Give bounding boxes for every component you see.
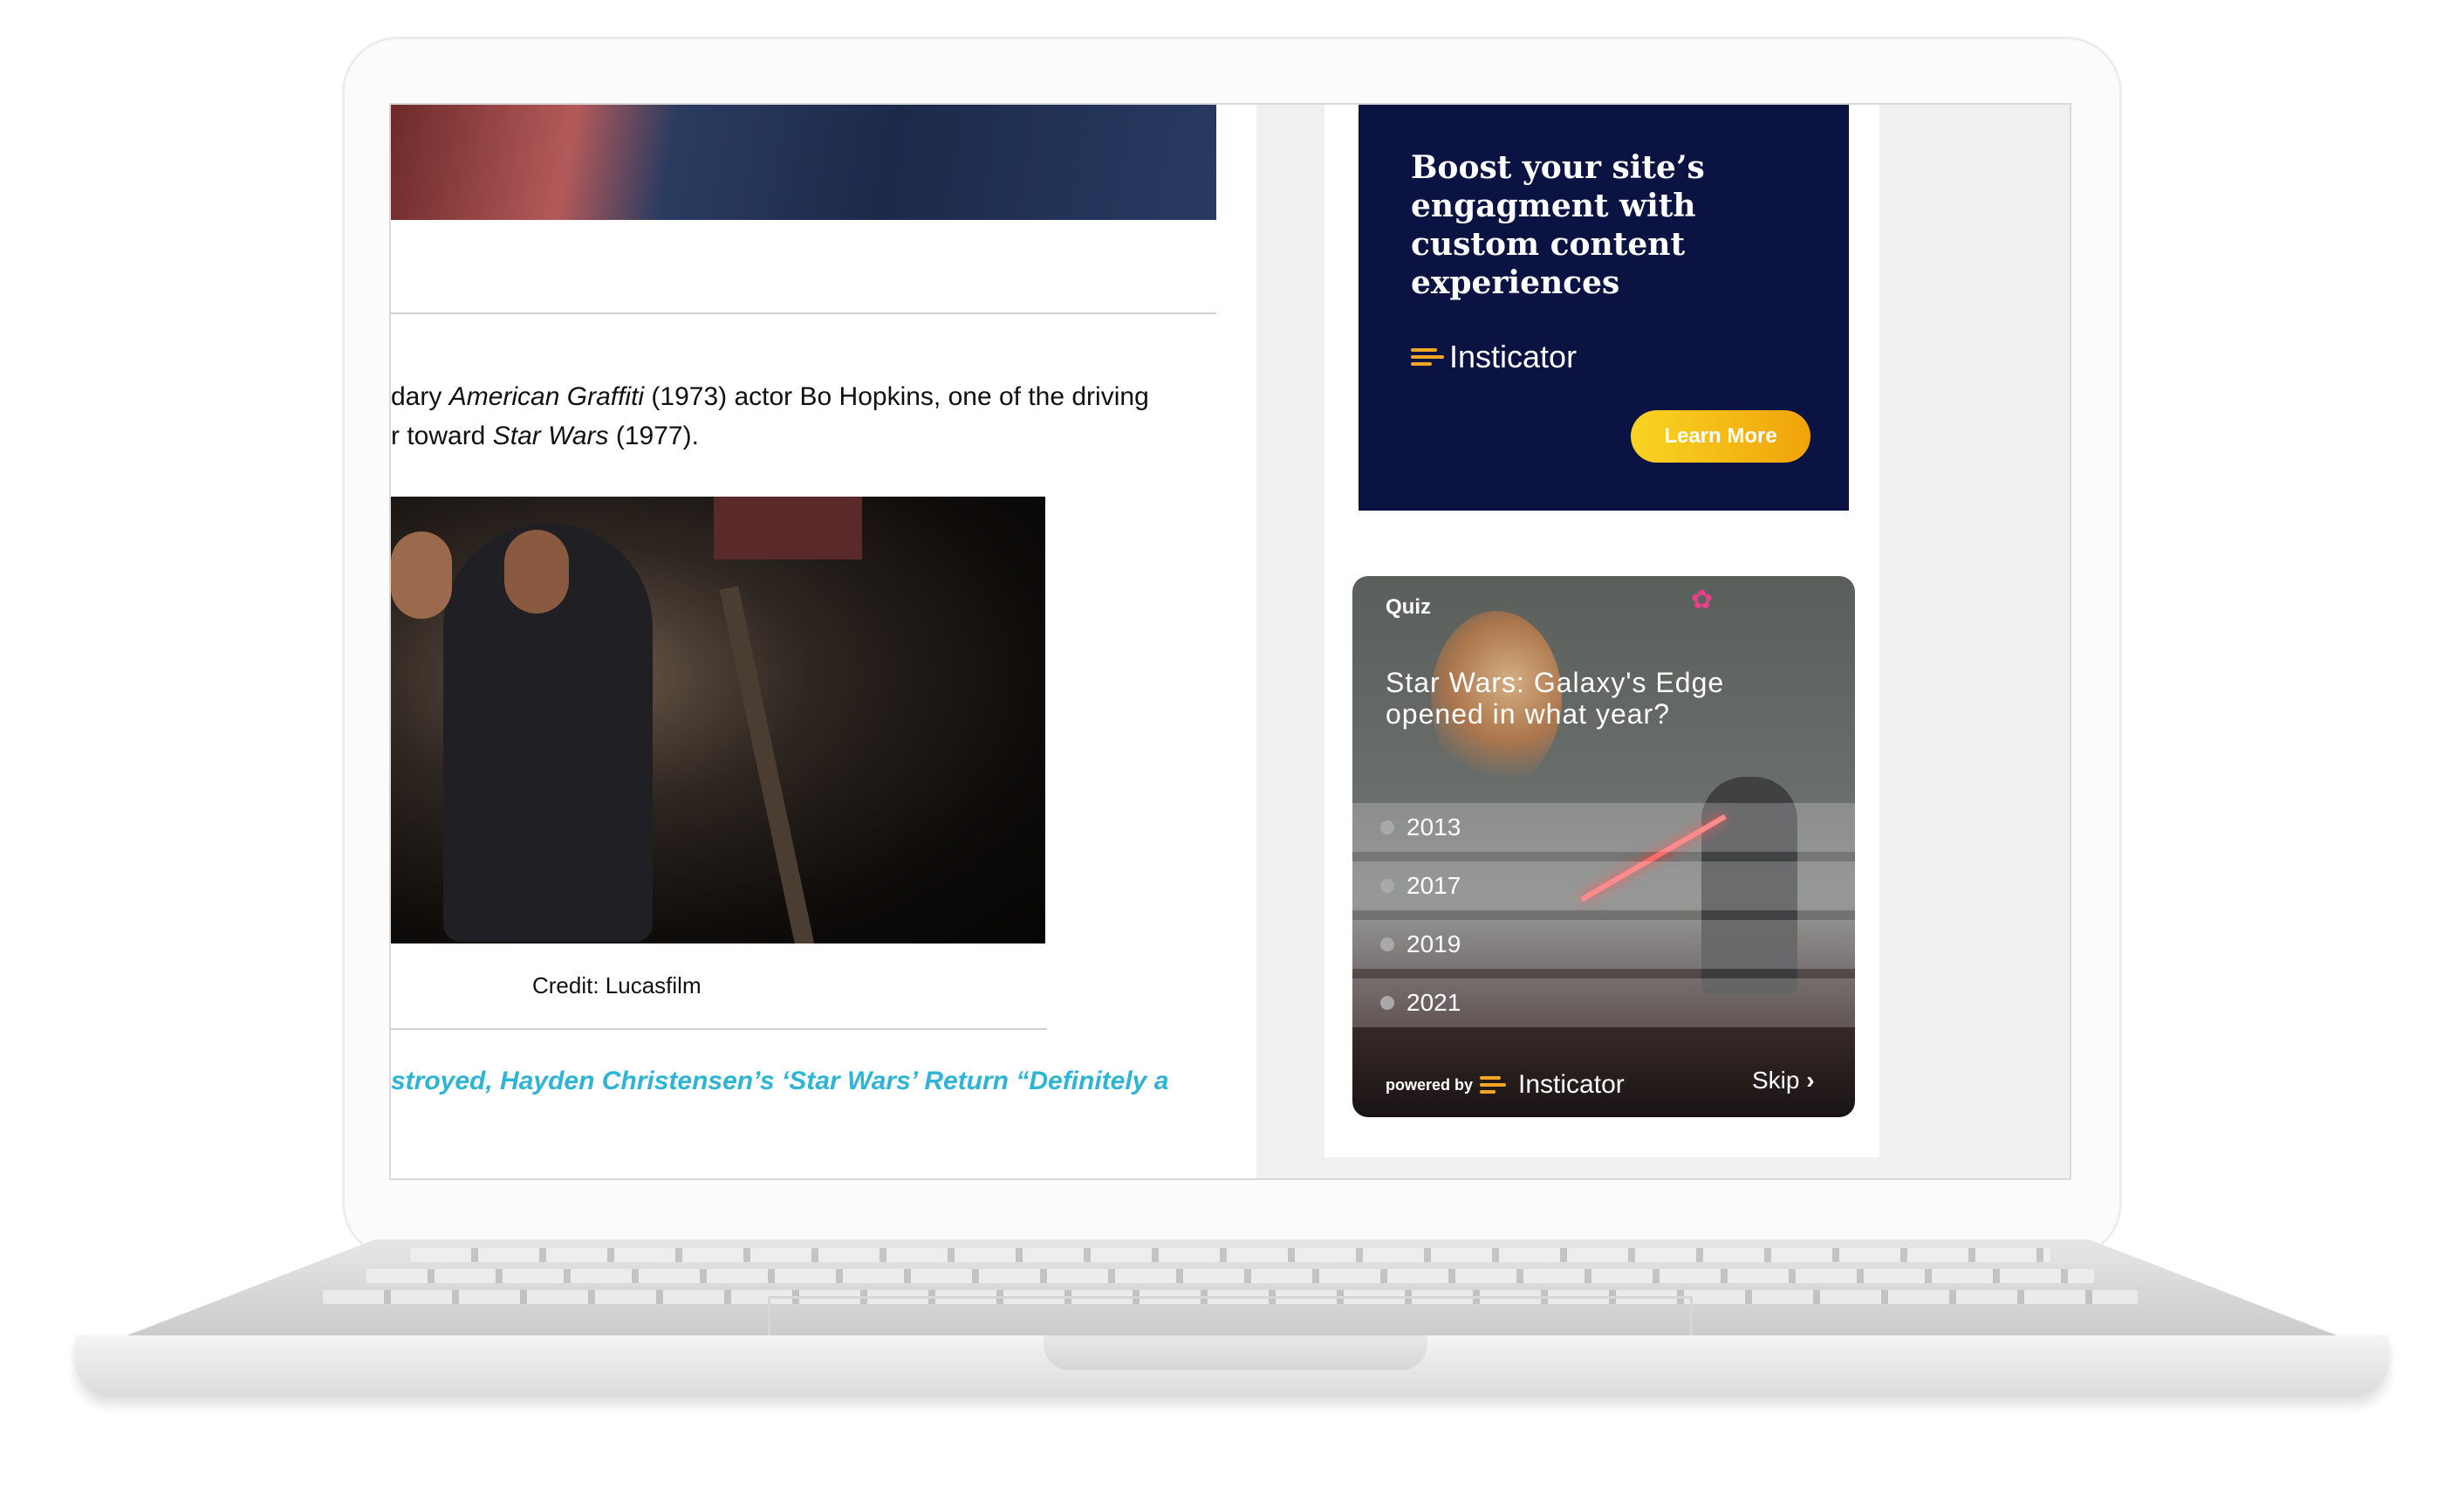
related-article-link[interactable]: stroyed, Hayden Christensen’s ‘Star Wars… [391,1067,1168,1096]
image-detail [714,497,862,559]
image-detail [719,586,815,943]
brand-name: Insticator [1518,1070,1625,1099]
insticator-logo: Insticator [1411,339,1577,375]
ad-headline-line: engagment with [1411,188,1696,224]
quiz-option[interactable]: 2017 [1352,861,1855,910]
quiz-option[interactable]: 2013 [1352,803,1855,852]
radio-dot-icon [1380,879,1394,893]
insticator-bars-icon [1480,1076,1507,1094]
skip-button[interactable]: Skip › [1752,1067,1815,1094]
learn-more-button[interactable]: Learn More [1631,410,1810,463]
ad-headline-line: custom content [1411,226,1686,263]
article-paragraph-line-2: r toward Star Wars (1977). [391,422,699,450]
radio-dot-icon [1380,820,1394,834]
radio-dot-icon [1380,937,1394,951]
laptop-screen: dary American Graffiti (1973) actor Bo H… [389,103,2071,1180]
quiz-option[interactable]: 2019 [1352,920,1855,969]
flower-logo-icon: ✿ [1691,586,1714,614]
quiz-option-label: 2017 [1407,872,1461,899]
quiz-option-label: 2013 [1407,813,1461,841]
image-caption: Credit: Lucasfilm [532,972,702,998]
quiz-option-label: 2021 [1407,989,1461,1016]
ad-headline-line: experiences [1411,264,1620,301]
skip-label: Skip [1752,1067,1800,1094]
quiz-option-label: 2019 [1407,930,1461,957]
keyboard-row [410,1248,2050,1262]
article-film-still-image [391,497,1045,943]
insticator-ad[interactable]: Boost your site’s engagment with custom … [1359,105,1849,511]
insticator-bars-icon [1411,348,1444,366]
image-detail [504,530,569,614]
powered-by-label: powered by [1386,1075,1474,1094]
article-hero-image [391,105,1216,220]
laptop-opening-notch [1044,1335,1427,1370]
ad-headline-line: Boost your site’s [1411,149,1705,186]
divider [391,312,1216,314]
chevron-right-icon: › [1806,1067,1815,1094]
powered-by-insticator: powered by Insticator [1386,1070,1625,1100]
article-paragraph-line-1: dary American Graffiti (1973) actor Bo H… [391,382,1149,411]
quiz-question: Star Wars: Galaxy's Edge opened in what … [1386,667,1725,730]
radio-dot-icon [1380,996,1394,1010]
quiz-tag: Quiz [1386,595,1431,619]
laptop-trackpad [768,1296,1693,1336]
ad-headline: Boost your site’s engagment with custom … [1411,148,1777,302]
brand-name: Insticator [1449,339,1578,374]
quiz-widget: Quiz ✿ Star Wars: Galaxy's Edge opened i… [1352,576,1855,1117]
quiz-option[interactable]: 2021 [1352,978,1855,1027]
divider [391,1028,1047,1030]
image-detail [391,532,452,619]
keyboard-row [366,1269,2094,1283]
